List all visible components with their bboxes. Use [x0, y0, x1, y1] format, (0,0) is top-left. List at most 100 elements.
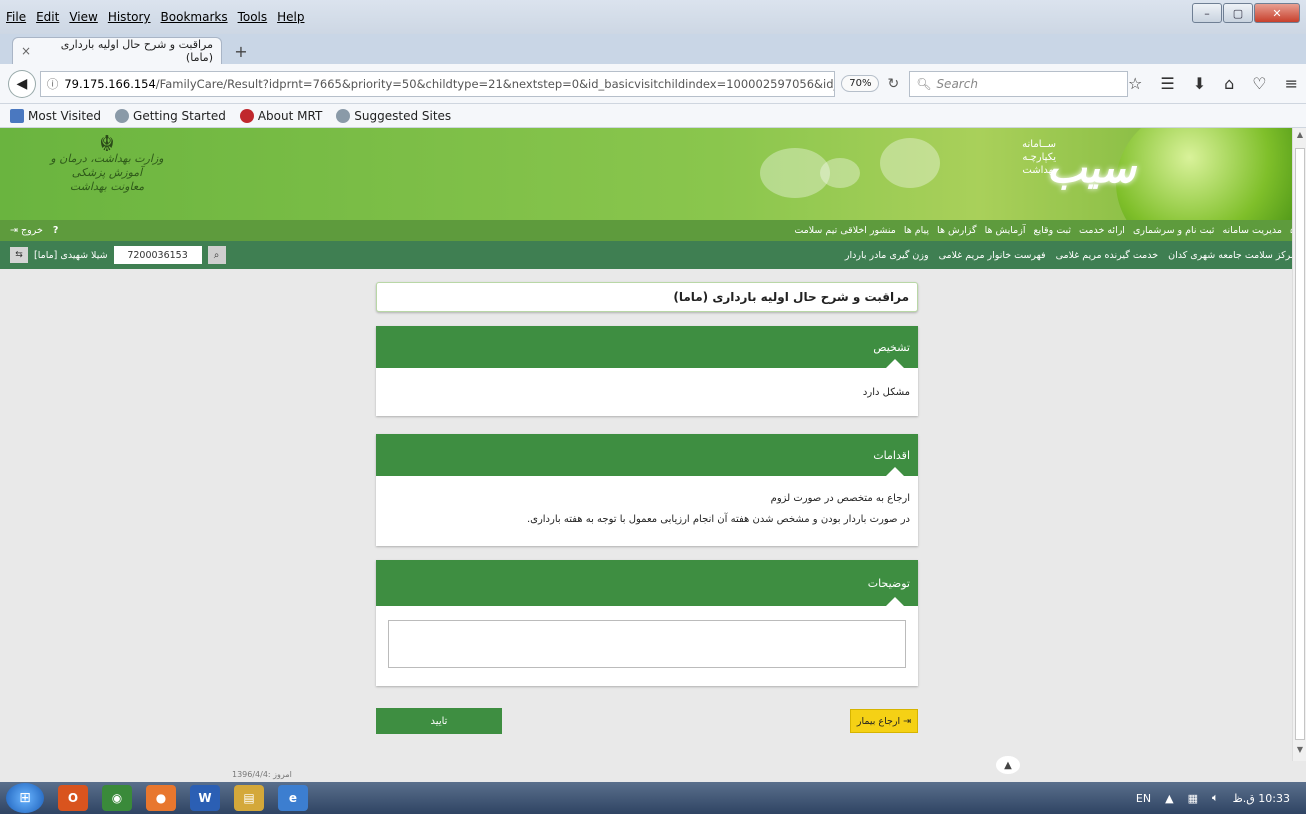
user-block: ⇆ شیلا شهیدی [ماما] 7200036153 ⌕ [10, 246, 226, 264]
url-bar[interactable]: ⓘ 79.175.166.154/FamilyCare/Result?idprn… [39, 70, 836, 97]
outlook-icon[interactable]: O [58, 785, 88, 811]
bookmark-suggested-sites[interactable]: Suggested Sites [336, 108, 451, 123]
bookmark-most-visited[interactable]: Most Visited [10, 108, 101, 123]
search-icon: 🔍︎ [916, 76, 932, 91]
breadcrumb-weighing[interactable]: وزن گیری مادر باردار [845, 250, 929, 261]
network-icon[interactable]: ▦ [1188, 792, 1198, 805]
site-banner: ☬ وزارت بهداشت، درمان و آموزش پزشکی معاو… [0, 128, 1306, 220]
nav-item-events[interactable]: ثبت وقایع [1033, 225, 1071, 236]
menu-help[interactable]: Help [277, 10, 304, 24]
search-icon[interactable]: ⌕ [207, 246, 226, 264]
bookmark-about-mrt[interactable]: About MRT [239, 108, 322, 123]
nav-item-tests[interactable]: آزمایش ها [985, 225, 1026, 236]
reading-list-icon[interactable]: ☰ [1160, 74, 1174, 93]
logout-link[interactable]: ⇥ خروج [10, 225, 43, 236]
bookmarks-bar: Most Visited Getting Started About MRT S… [0, 104, 1306, 128]
confirm-button[interactable]: تایید [376, 708, 502, 734]
help-icon[interactable]: ? [53, 225, 59, 236]
toolbar-icons: ☆ ☰ ⬇ ⌂ ♡ ≡ [1128, 74, 1298, 93]
nav-item-charter[interactable]: منشور اخلاقی تیم سلامت [794, 225, 896, 236]
bookmark-star-icon[interactable]: ☆ [1128, 74, 1142, 93]
close-window-icon[interactable]: ✕ [1254, 3, 1300, 23]
action-item: ارجاع به متخصص در صورت لزوم [770, 493, 910, 504]
refer-patient-button[interactable]: ارجاع بیمار ⇥ [850, 709, 918, 733]
main-nav: ⇥ خروج ? ⌂ مدیریت سامانه ثبت نام و سرشما… [0, 220, 1306, 241]
nav-bar: ◀ ⓘ 79.175.166.154/FamilyCare/Result?idp… [0, 64, 1306, 104]
info-icon[interactable]: ⓘ [47, 76, 59, 92]
firefox-icon[interactable]: ● [146, 785, 176, 811]
user-name[interactable]: شیلا شهیدی [ماما] [34, 250, 108, 261]
sub-nav: ⇆ شیلا شهیدی [ماما] 7200036153 ⌕ مرکز سل… [0, 241, 1306, 269]
menu-file[interactable]: File [6, 10, 26, 24]
download-icon[interactable]: ⬇ [1193, 74, 1206, 93]
maximize-icon[interactable]: ▢ [1223, 3, 1253, 23]
scroll-down-icon[interactable]: ▼ [1293, 745, 1306, 759]
page-title: مراقبت و شرح حال اولیه بارداری (ماما) [376, 282, 918, 312]
actions-header: اقدامات [376, 434, 918, 476]
menu-bookmarks[interactable]: Bookmarks [161, 10, 228, 24]
back-icon[interactable]: ◀ [8, 69, 36, 98]
notes-textarea[interactable] [388, 620, 906, 668]
clock[interactable]: 10:33 ق.ظ [1233, 792, 1290, 805]
iran-emblem-icon: ☬ [99, 132, 115, 157]
tray-expand-icon[interactable]: ▲ [1165, 792, 1173, 805]
breadcrumb-client[interactable]: خدمت گیرنده مریم غلامی [1056, 250, 1159, 261]
actions-panel: اقدامات ارجاع به متخصص در صورت لزوم در ص… [376, 434, 918, 546]
home-icon[interactable]: ⌂ [1224, 74, 1234, 93]
menu-edit[interactable]: Edit [36, 10, 59, 24]
breadcrumb: مرکز سلامت جامعه شهری کدان خدمت گیرنده م… [845, 250, 1296, 261]
scrollbar-thumb[interactable] [1295, 148, 1305, 740]
tab-bar: × مراقبت و شرح حال اولیه بارداری (ماما) … [0, 34, 1306, 64]
search-input[interactable]: 🔍︎ Search [909, 70, 1128, 97]
diagnosis-text: مشکل دارد [862, 387, 910, 398]
system-tray: EN ▲ ▦ 🔈︎ 10:33 ق.ظ [1136, 791, 1306, 805]
hamburger-menu-icon[interactable]: ≡ [1285, 74, 1298, 93]
tab-close-icon[interactable]: × [21, 44, 31, 58]
globe-icon [115, 108, 130, 123]
start-button[interactable]: ⊞ [6, 783, 44, 813]
nav-item-messages[interactable]: پیام ها [904, 225, 929, 236]
logout-icon: ⇥ [10, 225, 18, 236]
nav-item-system-admin[interactable]: مدیریت سامانه [1222, 225, 1282, 236]
user-id-field[interactable]: 7200036153 [113, 246, 202, 264]
reload-icon[interactable]: ↻ [887, 76, 899, 92]
ministry-logo: ☬ وزارت بهداشت، درمان و آموزش پزشکی معاو… [42, 132, 172, 194]
menu-history[interactable]: History [108, 10, 151, 24]
tab-active[interactable]: × مراقبت و شرح حال اولیه بارداری (ماما) [12, 37, 222, 64]
new-tab-button[interactable]: + [228, 38, 254, 64]
explorer-icon[interactable]: ▤ [234, 785, 264, 811]
apple-image [1116, 128, 1306, 220]
date-footer: 1396/4/4: امروز [0, 770, 1306, 782]
folder-icon [10, 108, 24, 123]
word-icon[interactable]: W [190, 785, 220, 811]
scroll-top-icon[interactable]: ▲ [996, 756, 1020, 774]
window-controls: – ▢ ✕ [1192, 3, 1300, 23]
scroll-up-icon[interactable]: ▲ [1293, 130, 1306, 144]
breadcrumb-family[interactable]: فهرست خانوار مریم غلامی [939, 250, 1046, 261]
breadcrumb-center[interactable]: مرکز سلامت جامعه شهری کدان [1168, 250, 1296, 261]
nav-item-reports[interactable]: گزارش ها [937, 225, 977, 236]
ie-icon[interactable]: e [278, 785, 308, 811]
pocket-icon[interactable]: ♡ [1252, 74, 1266, 93]
main-menu: ⌂ مدیریت سامانه ثبت نام و سرشماری ارائه … [794, 225, 1296, 236]
language-indicator[interactable]: EN [1136, 792, 1151, 805]
scrollbar[interactable]: ▲ ▼ [1292, 128, 1306, 761]
menu-bar: File Edit View History Bookmarks Tools H… [0, 0, 1306, 34]
chrome-icon[interactable]: ◉ [102, 785, 132, 811]
menu-view[interactable]: View [69, 10, 97, 24]
ministry-sub: معاونت بهداشت [69, 180, 145, 193]
search-placeholder: Search [936, 76, 978, 91]
switch-user-icon[interactable]: ⇆ [10, 247, 28, 263]
minimize-icon[interactable]: – [1192, 3, 1222, 23]
nav-item-registration[interactable]: ثبت نام و سرشماری [1133, 225, 1214, 236]
mrt-logo-icon [239, 108, 254, 123]
notes-header: توضیحات [376, 560, 918, 606]
volume-icon[interactable]: 🔈︎ [1212, 791, 1219, 805]
action-item: در صورت باردار بودن و مشخص شدن هفته آن ا… [526, 514, 910, 525]
url-host: 79.175.166.154 [64, 76, 156, 91]
bookmark-getting-started[interactable]: Getting Started [115, 108, 226, 123]
menu-tools[interactable]: Tools [238, 10, 268, 24]
nav-item-service[interactable]: ارائه خدمت [1079, 225, 1125, 236]
today-date: 1396/4/4: امروز [232, 770, 292, 779]
zoom-indicator[interactable]: 70% [841, 75, 880, 92]
